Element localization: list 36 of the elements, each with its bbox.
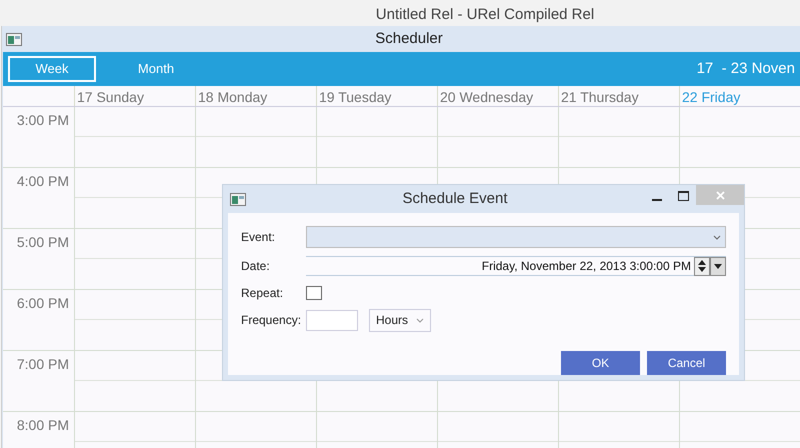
- time-label: 4:00 PM: [16, 172, 69, 191]
- day-header: 20 Wednesday: [440, 89, 534, 105]
- field-label: Repeat:: [241, 285, 284, 302]
- repeat-checkbox[interactable]: [306, 286, 322, 300]
- dialog-button[interactable]: Cancel: [647, 351, 726, 375]
- date-range: 17 - 23 Noven: [696, 58, 795, 79]
- window-title: Scheduler: [375, 28, 443, 49]
- date-field[interactable]: Friday, November 22, 2013 3:00:00 PM: [306, 257, 694, 275]
- view-tab[interactable]: Week: [8, 56, 96, 82]
- field-label: Event:: [241, 229, 276, 246]
- window-icon: [6, 32, 22, 46]
- time-label: 8:00 PM: [16, 416, 69, 435]
- spin-buttons[interactable]: [694, 256, 710, 276]
- day-header: 19 Tuesday: [319, 89, 392, 105]
- day-header: 18 Monday: [198, 89, 268, 105]
- time-label: 5:00 PM: [16, 233, 69, 252]
- dialog-button[interactable]: OK: [561, 351, 640, 375]
- time-label: 6:00 PM: [16, 294, 69, 313]
- time-label: 3:00 PM: [16, 111, 69, 130]
- down-arrow-icon: [714, 264, 722, 268]
- day-header: 17 Sunday: [77, 89, 144, 105]
- field-label: Date:: [241, 258, 271, 275]
- close-icon: [716, 190, 724, 200]
- calendar-dropdown-button[interactable]: [710, 256, 726, 276]
- chevron-down-icon: [713, 234, 721, 240]
- day-header: 22 Friday: [682, 89, 740, 105]
- day-header: 21 Thursday: [561, 89, 639, 105]
- unit-dropdown[interactable]: Hours: [369, 308, 431, 332]
- view-tab[interactable]: Month: [112, 56, 200, 82]
- frequency-field[interactable]: [306, 310, 358, 330]
- window-icon: [230, 192, 246, 206]
- dialog-title: Schedule Event: [402, 188, 508, 209]
- time-label: 7:00 PM: [16, 355, 69, 374]
- chevron-down-icon: [416, 318, 424, 322]
- background-window-title: Untitled Rel - URel Compiled Rel: [376, 7, 594, 22]
- field-label: Frequency:: [241, 312, 301, 329]
